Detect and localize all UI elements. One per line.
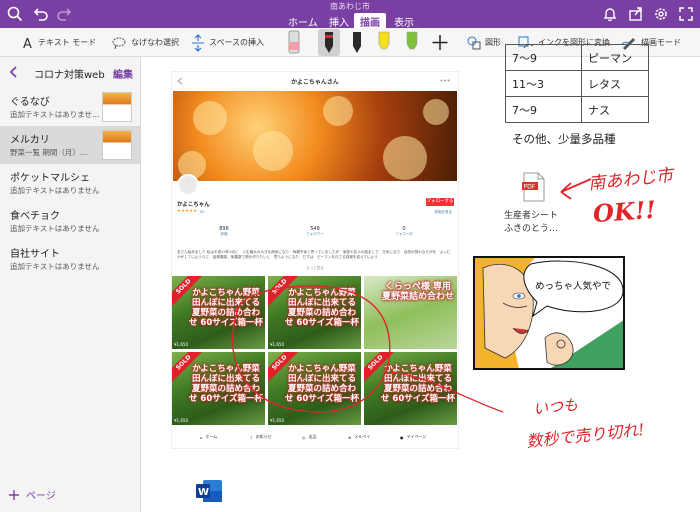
bell-icon[interactable] xyxy=(601,5,619,23)
page-title: メルカリ xyxy=(10,135,50,146)
page-item-pocket-marche[interactable]: ポケットマルシェ 追加テキストはありません xyxy=(0,164,140,202)
page-item-mercari[interactable]: メルカリ 野菜一覧 期間（月）… xyxy=(0,126,140,164)
tab-view[interactable]: 表示 xyxy=(388,13,420,29)
yellow-highlighter-icon[interactable] xyxy=(373,29,395,56)
word-file-icon[interactable]: W xyxy=(195,479,223,503)
pdf-file-icon[interactable]: PDF xyxy=(522,172,546,202)
page-preview: 追加テキストはありません xyxy=(10,224,100,233)
text-mode-button[interactable]: A テキスト モード xyxy=(22,28,96,57)
svg-text:PDF: PDF xyxy=(524,184,536,191)
page-preview: 追加テキストはありませ… xyxy=(10,110,100,119)
black-pen-selected-icon[interactable] xyxy=(318,29,340,56)
lasso-icon xyxy=(112,37,126,49)
tab-insert[interactable]: 挿入 xyxy=(323,13,355,29)
note-canvas[interactable]: かよこちゃんさん かよこちゃん ★★★★★ 00 フォローする 評価を見る 89… xyxy=(141,44,700,512)
page-item-gurunavi[interactable]: ぐるなび 追加テキストはありませ… xyxy=(0,88,140,126)
page-title: 食べチョク xyxy=(10,211,60,222)
vegetable-table: 7～9 ピーマン 11～3 レタス 7～9 ナス xyxy=(505,44,649,123)
document-title: 南あわじ市 xyxy=(330,2,370,11)
page-title: ぐるなび xyxy=(10,97,50,108)
table-row: 7～9 ピーマン xyxy=(505,44,649,71)
plus-icon xyxy=(9,489,19,500)
page-thumbnail xyxy=(102,92,132,122)
table-row: 7～9 ナス xyxy=(505,96,649,123)
ink-ok-label: OK!! xyxy=(592,194,657,229)
insert-space-icon xyxy=(192,33,204,52)
shapes-button[interactable]: 図形 xyxy=(467,28,501,57)
text-mode-label: テキスト モード xyxy=(38,38,97,47)
page-list-sidebar: コロナ対策web 編集 ぐるなび 追加テキストはありませ… メルカリ 野菜一覧 … xyxy=(0,57,141,512)
comic-woman-illustration xyxy=(475,258,623,368)
page-item-tabechoku[interactable]: 食べチョク 追加テキストはありません xyxy=(0,202,140,240)
share-icon[interactable] xyxy=(627,5,645,23)
ink-circle xyxy=(231,285,391,413)
section-title: コロナ対策web xyxy=(34,70,105,81)
note-other-text: その他、少量多品種 xyxy=(512,132,616,146)
tab-draw[interactable]: 描画 xyxy=(354,13,386,29)
svg-text:A: A xyxy=(23,37,32,50)
insert-space-button[interactable]: スペースの挿入 xyxy=(191,28,264,57)
gear-icon[interactable] xyxy=(652,5,670,23)
ink-arrow xyxy=(560,178,592,200)
ink-line xyxy=(390,371,504,413)
tab-home[interactable]: ホーム xyxy=(282,13,324,29)
page-thumbnail xyxy=(102,130,132,160)
text-a-icon: A xyxy=(23,37,32,50)
add-pen-icon[interactable] xyxy=(429,29,451,56)
lasso-select-label: なげなわ選択 xyxy=(131,38,179,47)
page-item-own-site[interactable]: 自社サイト 追加テキストはありません xyxy=(0,240,140,278)
eraser-pen-icon[interactable] xyxy=(283,29,305,56)
shapes-label: 図形 xyxy=(485,38,501,47)
onenote-app: 南あわじ市 ホーム 挿入 描画 表示 A テキスト モード なげなわ選択 スペー… xyxy=(0,0,700,512)
black-pen-icon[interactable] xyxy=(346,29,368,56)
page-preview: 野菜一覧 期間（月）… xyxy=(10,148,88,157)
title-bar: 南あわじ市 ホーム 挿入 描画 表示 xyxy=(0,0,700,29)
sidebar-header: コロナ対策web 編集 xyxy=(0,57,141,87)
green-highlighter-icon[interactable] xyxy=(401,29,423,56)
speech-bubble-text: めっちゃ人気やで xyxy=(535,281,612,292)
page-title: 自社サイト xyxy=(10,249,60,260)
page-title: ポケットマルシェ xyxy=(10,173,90,184)
table-row: 11～3 レタス xyxy=(505,70,649,97)
shapes-icon xyxy=(467,36,481,49)
add-page-button[interactable]: ページ xyxy=(8,487,56,502)
lasso-select-button[interactable]: なげなわ選択 xyxy=(111,28,179,57)
expand-icon[interactable] xyxy=(677,5,695,23)
svg-text:W: W xyxy=(198,487,209,498)
insert-space-label: スペースの挿入 xyxy=(209,38,265,47)
add-page-label: ページ xyxy=(26,491,56,502)
chevron-left-icon[interactable] xyxy=(8,65,20,79)
page-preview: 追加テキストはありません xyxy=(10,186,100,195)
edit-button[interactable]: 編集 xyxy=(113,66,133,81)
comic-panel-image: めっちゃ人気やで xyxy=(473,256,625,370)
attachment-name[interactable]: 生産者シート ふきのとう… xyxy=(504,210,558,236)
page-preview: 追加テキストはありません xyxy=(10,262,100,271)
